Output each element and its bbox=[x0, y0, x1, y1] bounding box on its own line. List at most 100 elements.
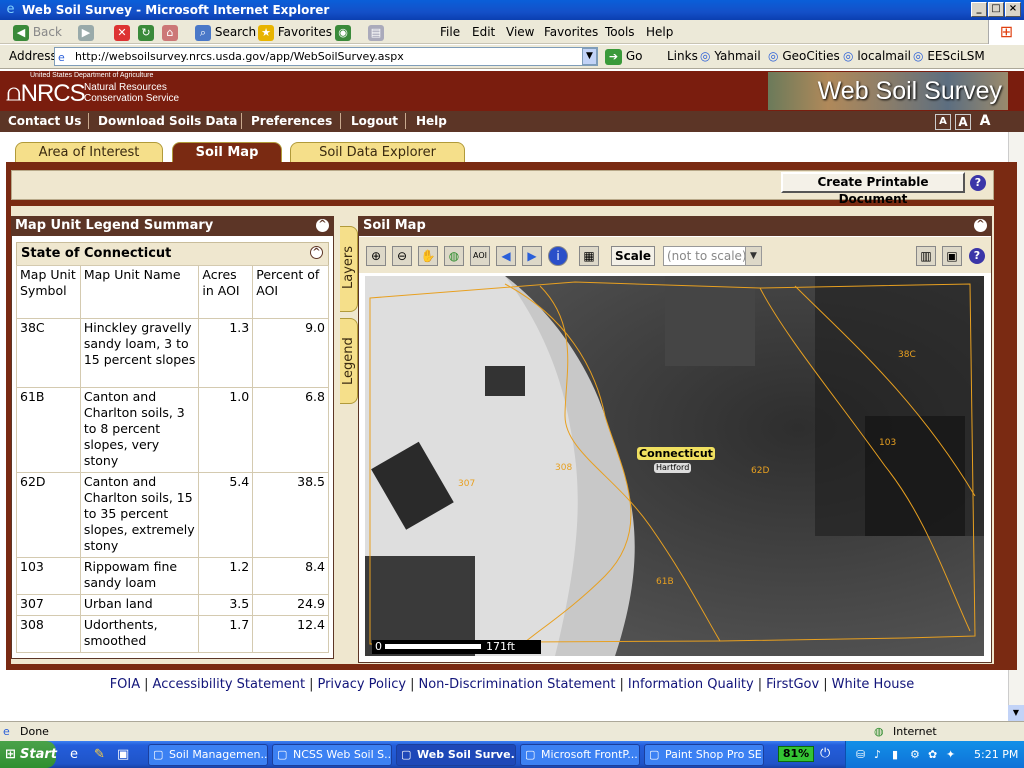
nav-logout[interactable]: Logout bbox=[351, 113, 398, 129]
map-unit-symbol[interactable]: 62D bbox=[16, 472, 81, 558]
footer-link-privacy[interactable]: Privacy Policy bbox=[317, 677, 406, 692]
page-button[interactable]: ▤ bbox=[368, 23, 384, 41]
menu-edit[interactable]: Edit bbox=[472, 24, 495, 40]
map-layout-icon[interactable]: ▥ bbox=[916, 246, 936, 266]
address-dropdown[interactable]: ▼ bbox=[582, 48, 597, 65]
tray-app-icon[interactable]: ⚙ bbox=[910, 741, 920, 768]
map-unit-symbol[interactable]: 61B bbox=[16, 387, 81, 473]
map-unit-symbol[interactable]: 38C bbox=[16, 318, 81, 388]
table-row: 103 Rippowam fine sandy loam 1.2 8.4 bbox=[16, 557, 329, 595]
search-button[interactable]: ⌕ Search bbox=[195, 23, 256, 41]
back-button[interactable]: ◀ Back bbox=[13, 23, 62, 41]
previous-extent-icon[interactable]: ◀ bbox=[496, 246, 516, 266]
footer-link-non-discrimination[interactable]: Non-Discrimination Statement bbox=[418, 677, 615, 692]
forward-button[interactable]: ▶ bbox=[78, 23, 94, 41]
start-button[interactable]: ⊞ Start bbox=[0, 741, 57, 768]
nrcs-logo[interactable]: ⩍NRCS bbox=[6, 80, 86, 108]
clear-selection-icon[interactable]: ▦ bbox=[579, 246, 599, 266]
side-tab-layers[interactable]: Layers bbox=[340, 226, 358, 312]
refresh-button[interactable]: ↻ bbox=[138, 23, 154, 41]
close-button[interactable]: × bbox=[1005, 2, 1021, 17]
collapse-map-icon[interactable]: ^ bbox=[974, 219, 987, 232]
menu-tools[interactable]: Tools bbox=[605, 24, 635, 40]
scale-select-value: (not to scale) bbox=[667, 249, 747, 263]
font-size-large-button[interactable]: A bbox=[977, 114, 993, 130]
map-unit-symbol[interactable]: 307 bbox=[16, 594, 81, 616]
footer-link-information-quality[interactable]: Information Quality bbox=[628, 677, 754, 692]
pan-hand-icon[interactable]: ✋ bbox=[418, 246, 438, 266]
link-geocities[interactable]: ◎ GeoCities bbox=[768, 49, 840, 63]
quick-launch-ie-icon[interactable]: e bbox=[70, 747, 78, 762]
quick-launch-desktop-icon[interactable]: ▣ bbox=[117, 747, 129, 762]
footer-link-white-house[interactable]: White House bbox=[832, 677, 915, 692]
map-unit-symbol[interactable]: 308 bbox=[16, 615, 81, 653]
task-soil-management[interactable]: ▢ Soil Managemen... bbox=[148, 744, 268, 766]
help-icon[interactable]: ? bbox=[970, 175, 986, 191]
volume-icon[interactable]: ♪ bbox=[874, 741, 881, 768]
next-extent-icon[interactable]: ▶ bbox=[522, 246, 542, 266]
clock[interactable]: 5:21 PM bbox=[974, 741, 1018, 768]
footer-link-foia[interactable]: FOIA bbox=[110, 677, 140, 692]
stop-button[interactable]: ✕ bbox=[114, 23, 130, 41]
side-tab-legend[interactable]: Legend bbox=[340, 318, 358, 404]
nav-help[interactable]: Help bbox=[416, 113, 447, 129]
task-ncss-web-soil[interactable]: ▢ NCSS Web Soil S... bbox=[272, 744, 392, 766]
link-localmail[interactable]: ◎ localmail bbox=[843, 49, 911, 63]
tab-area-of-interest[interactable]: Area of Interest bbox=[15, 142, 163, 164]
home-button[interactable]: ⌂ bbox=[162, 23, 178, 41]
legend-title-text: Map Unit Legend Summary bbox=[15, 218, 214, 233]
scale-button[interactable]: Scale bbox=[611, 246, 655, 266]
go-button[interactable]: ➔ Go bbox=[605, 48, 642, 65]
identify-info-icon[interactable]: i bbox=[548, 246, 568, 266]
collapse-state-icon[interactable]: ^ bbox=[310, 246, 323, 259]
menu-favorites[interactable]: Favorites bbox=[544, 24, 598, 40]
zoom-out-icon[interactable]: ⊖ bbox=[392, 246, 412, 266]
minimize-button[interactable]: _ bbox=[971, 2, 987, 17]
nav-download-soils-data[interactable]: Download Soils Data bbox=[98, 113, 237, 129]
create-printable-document-button[interactable]: Create Printable Document bbox=[781, 172, 965, 206]
quick-launch-firefox-icon[interactable]: ✎ bbox=[94, 747, 105, 762]
search-label: Search bbox=[214, 25, 257, 39]
menu-file[interactable]: File bbox=[440, 24, 460, 40]
status-bar: e Done ◍ Internet bbox=[0, 721, 1024, 741]
task-paint-shop-pro[interactable]: ▢ Paint Shop Pro SE bbox=[644, 744, 764, 766]
address-input[interactable]: e http://websoilsurvey.nrcs.usda.gov/app/… bbox=[54, 47, 598, 66]
tray-app-icon[interactable]: ✦ bbox=[946, 741, 955, 768]
font-size-small-button[interactable]: A bbox=[935, 114, 951, 130]
favorites-button[interactable]: ★ Favorites bbox=[258, 23, 332, 41]
collapse-legend-icon[interactable]: ^ bbox=[316, 219, 329, 232]
window-title: Web Soil Survey - Microsoft Internet Exp… bbox=[22, 3, 330, 17]
map-window-icon[interactable]: ▣ bbox=[942, 246, 962, 266]
tab-soil-map[interactable]: Soil Map bbox=[172, 142, 282, 164]
menu-help[interactable]: Help bbox=[646, 24, 673, 40]
battery-indicator[interactable]: 81% bbox=[778, 746, 814, 762]
nav-contact-us[interactable]: Contact Us bbox=[8, 113, 81, 129]
table-row: 61B Canton and Charlton soils, 3 to 8 pe… bbox=[16, 387, 329, 473]
tab-soil-data-explorer[interactable]: Soil Data Explorer bbox=[290, 142, 465, 164]
task-web-soil-survey[interactable]: ▢ Web Soil Surve... bbox=[396, 744, 516, 766]
footer-link-firstgov[interactable]: FirstGov bbox=[766, 677, 819, 692]
menu-view[interactable]: View bbox=[506, 24, 534, 40]
footer-link-accessibility[interactable]: Accessibility Statement bbox=[153, 677, 306, 692]
map-help-icon[interactable]: ? bbox=[969, 248, 985, 264]
tray-app-icon[interactable]: ✿ bbox=[928, 741, 937, 768]
power-plug-icon[interactable]: ⏻ bbox=[820, 746, 830, 761]
task-microsoft-frontpage[interactable]: ▢ Microsoft FrontP... bbox=[520, 744, 640, 766]
nav-preferences[interactable]: Preferences bbox=[251, 113, 332, 129]
font-size-medium-button[interactable]: A bbox=[955, 114, 971, 130]
soil-map-image[interactable]: 38C 103 62D 308 307 61B Connecticut Hart… bbox=[365, 276, 984, 656]
zoom-to-aoi-icon[interactable]: AOI bbox=[470, 246, 490, 266]
scroll-down-icon[interactable]: ▼ bbox=[1008, 705, 1024, 721]
scale-select[interactable]: (not to scale) ▼ bbox=[663, 246, 762, 266]
media-button[interactable]: ◉ bbox=[335, 23, 351, 41]
network-icon[interactable]: ⛁ bbox=[856, 741, 865, 768]
link-eescilsm[interactable]: ◎ EESciLSM bbox=[913, 49, 985, 63]
tray-app-icon[interactable]: ▮ bbox=[892, 741, 898, 768]
maximize-button[interactable]: □ bbox=[988, 2, 1004, 17]
zoom-in-icon[interactable]: ⊕ bbox=[366, 246, 386, 266]
link-yahmail[interactable]: ◎ Yahmail bbox=[700, 49, 761, 63]
percent-of-aoi: 8.4 bbox=[252, 557, 329, 595]
full-extent-globe-icon[interactable]: ◍ bbox=[444, 246, 464, 266]
side-tab-layers-label: Layers bbox=[341, 245, 356, 289]
map-unit-symbol[interactable]: 103 bbox=[16, 557, 81, 595]
